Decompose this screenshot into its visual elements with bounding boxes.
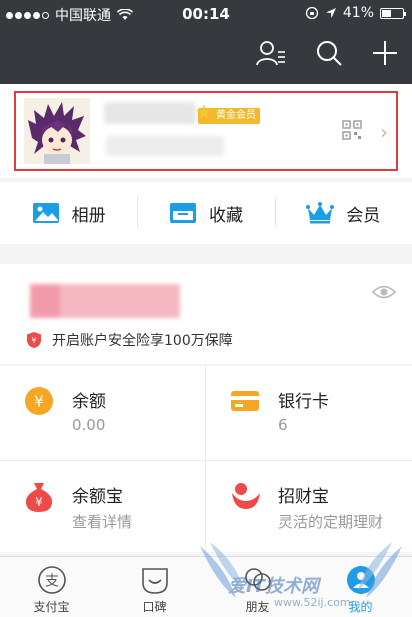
bank-card-icon xyxy=(231,391,259,411)
star-icon: ★ xyxy=(195,100,213,124)
qr-code-icon[interactable] xyxy=(342,120,362,140)
blurred-account-name xyxy=(30,284,180,318)
tab-bar: 支 支付宝 口碑 朋友 我的 xyxy=(0,556,412,617)
friends-icon xyxy=(244,568,271,591)
battery-percent: 41% xyxy=(342,5,374,21)
yuebao-icon: ¥ xyxy=(25,483,53,512)
bank-card-count: 6 xyxy=(278,416,288,434)
svg-text:¥: ¥ xyxy=(34,393,44,411)
tab-koubei[interactable]: 口碑 xyxy=(103,557,206,617)
top-bar: 中国联通 00:14 41% xyxy=(0,0,412,84)
koubei-icon xyxy=(141,568,168,594)
chevron-right-icon[interactable]: › xyxy=(380,120,388,144)
yuebao-cell[interactable]: ¥ 余额宝 查看详情 xyxy=(0,461,206,552)
balance-value: 0.00 xyxy=(72,416,106,434)
location-icon xyxy=(325,8,336,18)
account-card: ¥ 开启账户安全险享100万保障 xyxy=(0,264,412,364)
album-icon xyxy=(32,203,59,223)
tab-koubei-label: 口碑 xyxy=(142,600,167,614)
status-bar: 中国联通 00:14 41% xyxy=(0,0,412,28)
asset-grid: ¥ 余额 0.00 银行卡 6 ¥ 余额宝 查看详情 招财宝 灵活的定期理财 xyxy=(0,366,412,552)
album-button[interactable]: 相册 xyxy=(0,201,137,226)
zhaocaibao-title: 招财宝 xyxy=(278,487,329,507)
balance-cell[interactable]: ¥ 余额 0.00 xyxy=(0,366,206,461)
search-icon[interactable] xyxy=(316,40,342,66)
favorites-icon xyxy=(169,203,196,223)
quick-actions: 相册 收藏 会员 xyxy=(0,182,412,244)
contacts-icon[interactable] xyxy=(256,40,286,66)
tab-alipay[interactable]: 支 支付宝 xyxy=(0,557,103,617)
bank-card-title: 银行卡 xyxy=(278,392,329,412)
eye-icon[interactable] xyxy=(372,284,396,300)
insurance-link[interactable]: ¥ 开启账户安全险享100万保障 xyxy=(26,330,233,350)
blurred-account xyxy=(106,136,224,156)
tab-friends[interactable]: 朋友 xyxy=(206,557,309,617)
tab-me[interactable]: 我的 xyxy=(309,557,412,617)
blurred-username xyxy=(104,102,196,124)
membership-button[interactable]: 会员 xyxy=(274,196,412,227)
favorites-button[interactable]: 收藏 xyxy=(137,196,274,227)
favorites-label: 收藏 xyxy=(208,205,243,226)
battery-icon xyxy=(380,7,406,19)
tab-me-label: 我的 xyxy=(348,600,373,614)
balance-title: 余额 xyxy=(72,392,106,412)
profile-card[interactable]: ★ 黄金会员 › xyxy=(0,84,412,178)
yuebao-title: 余额宝 xyxy=(72,487,123,507)
album-label: 相册 xyxy=(71,205,106,226)
avatar[interactable] xyxy=(24,98,90,164)
shield-icon: ¥ xyxy=(27,332,41,348)
tab-friends-label: 朋友 xyxy=(245,600,270,614)
tab-alipay-label: 支付宝 xyxy=(33,600,70,614)
zhaocaibao-icon xyxy=(232,483,260,509)
svg-text:¥: ¥ xyxy=(31,336,36,345)
bank-card-cell[interactable]: 银行卡 6 xyxy=(206,366,412,461)
svg-text:¥: ¥ xyxy=(35,495,43,509)
membership-quick-label: 会员 xyxy=(346,205,381,226)
yuebao-subtitle: 查看详情 xyxy=(72,513,133,531)
rotation-lock-icon xyxy=(305,6,319,20)
me-icon xyxy=(346,566,375,594)
zhaocaibao-subtitle: 灵活的定期理财 xyxy=(278,513,384,531)
membership-label: 黄金会员 xyxy=(216,110,256,121)
add-icon[interactable] xyxy=(372,40,398,66)
alipay-icon: 支 xyxy=(37,566,66,594)
balance-icon: ¥ xyxy=(25,387,53,415)
insurance-text: 开启账户安全险享100万保障 xyxy=(52,333,233,349)
crown-icon xyxy=(306,202,335,224)
svg-text:支: 支 xyxy=(45,574,59,590)
membership-badge: ★ 黄金会员 xyxy=(195,102,260,124)
zhaocaibao-cell[interactable]: 招财宝 灵活的定期理财 xyxy=(206,461,412,552)
